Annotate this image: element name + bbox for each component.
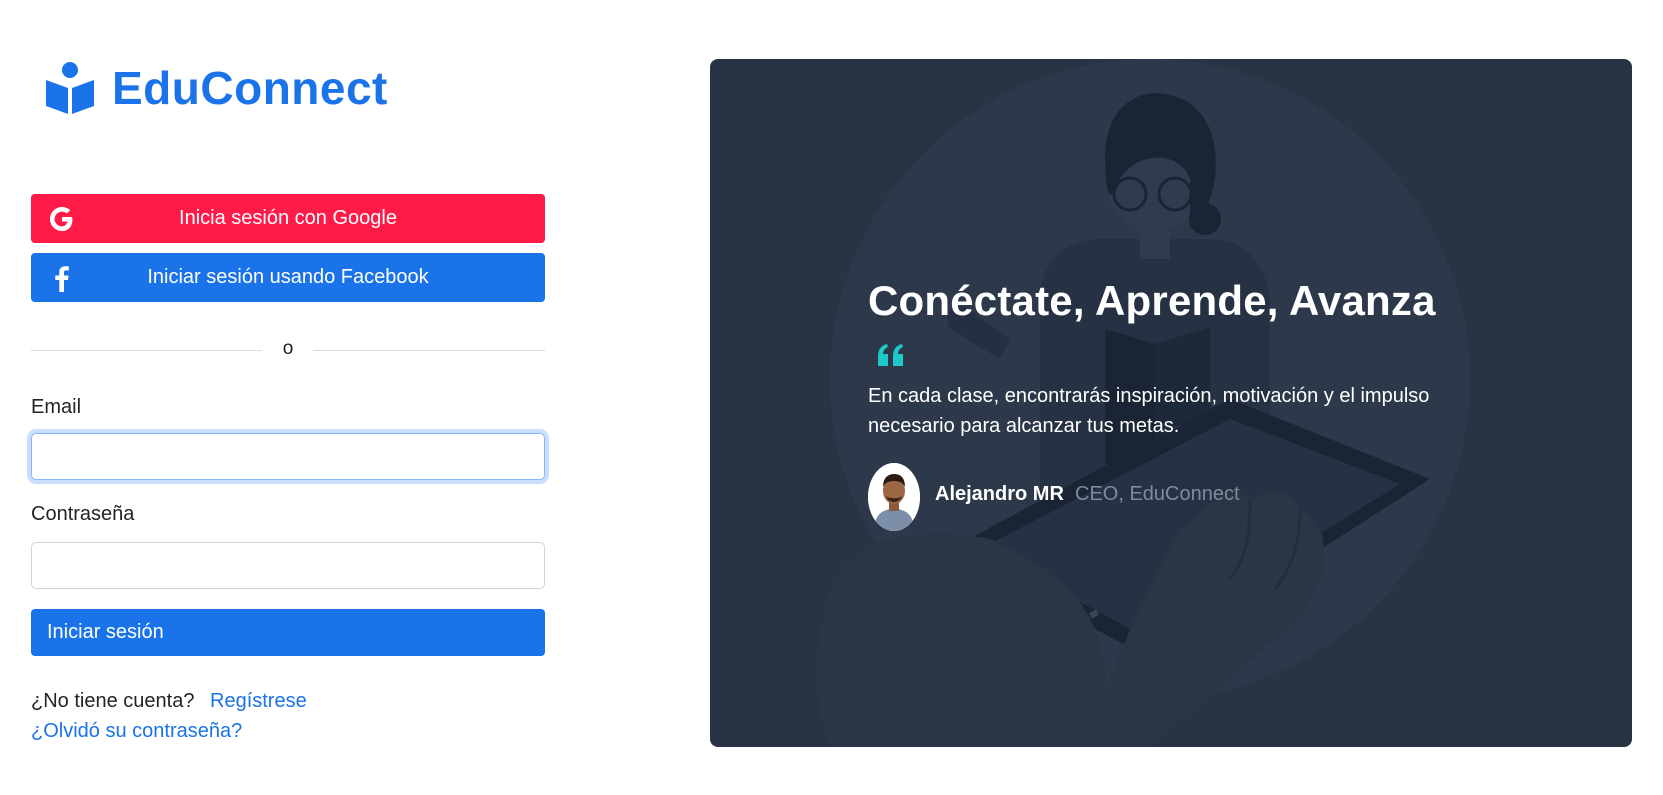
forgot-password-link[interactable]: ¿Olvidó su contraseña? xyxy=(31,720,242,743)
divider-line-left xyxy=(31,350,262,351)
login-page: EduConnect Inicia sesión con Google Inic… xyxy=(0,0,1663,795)
facebook-login-label: Iniciar sesión usando Facebook xyxy=(147,266,429,288)
register-prompt: ¿No tiene cuenta? xyxy=(31,690,195,712)
register-row: ¿No tiene cuenta? Regístrese xyxy=(31,690,307,713)
or-divider: o xyxy=(31,338,545,360)
avatar-photo xyxy=(868,463,920,531)
author-name: Alejandro MR xyxy=(935,483,1064,505)
facebook-login-button[interactable]: Iniciar sesión usando Facebook xyxy=(31,253,545,302)
hero-panel: Conéctate, Aprende, Avanza En cada clase… xyxy=(710,59,1632,747)
facebook-f-icon xyxy=(55,266,69,292)
google-login-label: Inicia sesión con Google xyxy=(179,207,397,229)
email-label: Email xyxy=(31,396,82,418)
email-field[interactable] xyxy=(31,433,545,480)
divider-text: o xyxy=(282,338,294,359)
divider-line-right xyxy=(313,350,545,351)
brand-logo[interactable]: EduConnect xyxy=(44,62,388,114)
google-g-icon xyxy=(50,207,73,231)
password-field[interactable] xyxy=(31,542,545,589)
hero-quote: En cada clase, encontrarás inspiración, … xyxy=(868,385,1430,437)
author-avatar xyxy=(868,463,920,531)
hero-title: Conéctate, Aprende, Avanza xyxy=(868,277,1436,324)
register-link[interactable]: Regístrese xyxy=(210,690,307,712)
author-role: CEO, EduConnect xyxy=(1075,483,1240,505)
quote-icon xyxy=(878,344,903,366)
google-login-button[interactable]: Inicia sesión con Google xyxy=(31,194,545,243)
password-label: Contraseña xyxy=(31,503,135,525)
login-button[interactable]: Iniciar sesión xyxy=(31,609,545,656)
brand-name: EduConnect xyxy=(112,62,388,114)
login-button-label: Iniciar sesión xyxy=(47,621,164,643)
reader-book-icon xyxy=(46,62,94,114)
